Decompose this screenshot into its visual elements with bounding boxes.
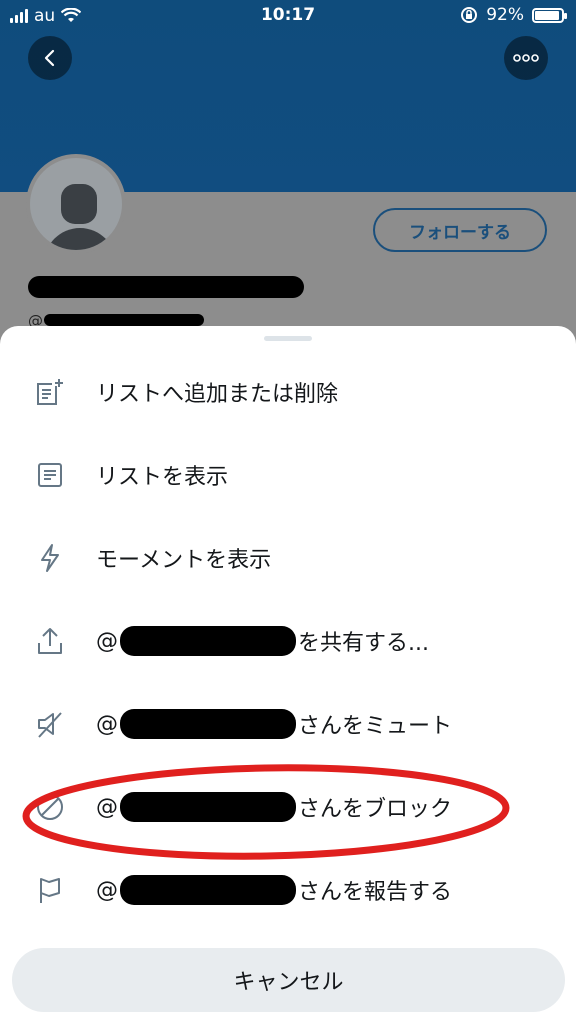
- redacted-handle: [120, 626, 296, 656]
- lightning-icon: [34, 542, 66, 574]
- redacted-display-name: [28, 276, 304, 298]
- redacted-handle: [120, 709, 296, 739]
- label-suffix: を共有する...: [298, 631, 429, 656]
- menu-item-label: @ を共有する...: [96, 625, 429, 657]
- label-suffix: さんをブロック: [298, 797, 453, 822]
- menu-item-show-lists[interactable]: リストを表示: [0, 435, 576, 515]
- action-sheet: リストへ追加または削除 リストを表示 モーメントを表示 @ を共有する... @…: [0, 326, 576, 1024]
- share-icon: [34, 625, 66, 657]
- back-button[interactable]: [28, 36, 72, 80]
- follow-button[interactable]: フォローする: [373, 208, 547, 252]
- redacted-handle: [120, 792, 296, 822]
- menu-item-label: リストを表示: [96, 465, 229, 490]
- handle-at: @: [96, 794, 118, 820]
- menu-item-report[interactable]: @ さんを報告する: [0, 850, 576, 930]
- battery-percent: 92%: [486, 5, 524, 25]
- menu-item-label: モーメントを表示: [96, 548, 272, 573]
- handle-at: @: [96, 628, 118, 654]
- more-icon: [513, 54, 539, 62]
- menu-item-label: @ さんをミュート: [96, 708, 452, 740]
- status-bar: au 10:17 92%: [0, 0, 576, 32]
- battery-icon: [532, 7, 567, 23]
- avatar[interactable]: [26, 154, 126, 254]
- list-icon: [34, 459, 66, 491]
- avatar-head: [61, 184, 97, 224]
- more-button[interactable]: [504, 36, 548, 80]
- menu-item-label: @ さんをブロック: [96, 791, 452, 823]
- menu-item-block[interactable]: @ さんをブロック: [0, 767, 576, 847]
- label-suffix: さんを報告する: [298, 880, 453, 905]
- orientation-lock-icon: [461, 7, 478, 23]
- sheet-grabber[interactable]: [264, 336, 312, 341]
- redacted-handle: [120, 875, 296, 905]
- flag-icon: [34, 874, 66, 906]
- menu-item-mute[interactable]: @ さんをミュート: [0, 684, 576, 764]
- menu-item-label: @ さんを報告する: [96, 874, 452, 906]
- chevron-left-icon: [44, 49, 55, 67]
- handle-at: @: [96, 877, 118, 903]
- status-right: 92%: [460, 5, 567, 25]
- cancel-button[interactable]: キャンセル: [12, 948, 565, 1012]
- menu-item-list-add[interactable]: リストへ追加または削除: [0, 352, 576, 432]
- block-icon: [34, 791, 66, 823]
- list-add-icon: [34, 376, 66, 408]
- label-suffix: さんをミュート: [298, 714, 453, 739]
- handle-at: @: [96, 711, 118, 737]
- mute-icon: [34, 708, 66, 740]
- menu-item-moments[interactable]: モーメントを表示: [0, 518, 576, 598]
- menu-item-share[interactable]: @ を共有する...: [0, 601, 576, 681]
- battery-fill: [535, 10, 559, 20]
- redacted-handle: [44, 314, 204, 326]
- menu-item-label: リストへ追加または削除: [96, 382, 339, 407]
